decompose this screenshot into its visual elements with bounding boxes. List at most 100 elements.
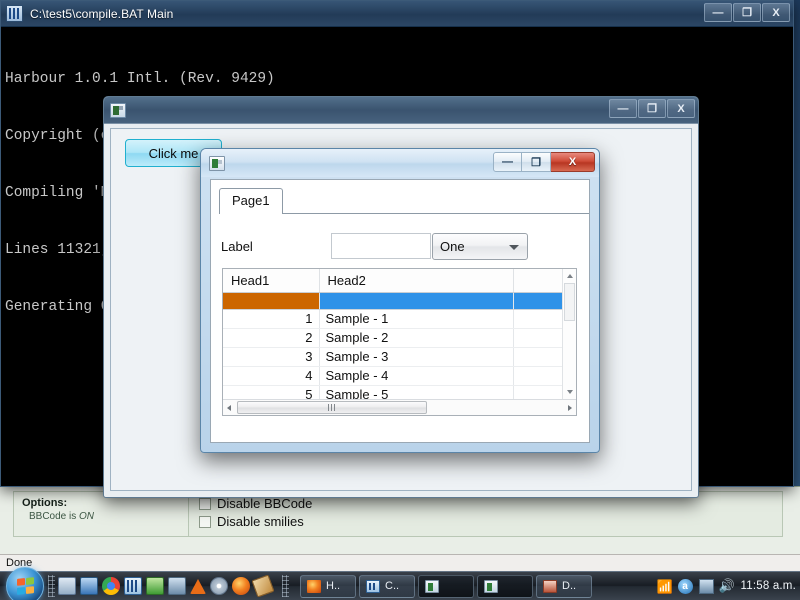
taskbar-item-label: H.. [326,580,341,592]
console-icon [366,579,380,593]
system-tray[interactable]: 📶 a 🔊 11:58 a.m. [657,578,797,594]
taskbar-tasks[interactable]: H.. C.. D.. [300,574,592,598]
app-icon [484,579,498,593]
chrome-icon[interactable] [102,577,120,595]
table-row[interactable]: 3 Sample - 3 [223,347,576,367]
avira-icon[interactable]: a [677,578,693,594]
dialog-window-controls[interactable]: — ❐ X [493,152,595,172]
network-icon[interactable] [698,578,714,594]
text-input[interactable] [331,233,431,259]
start-button[interactable] [6,567,44,600]
maximize-button[interactable]: ❐ [733,3,761,22]
application-window-controls[interactable]: — ❐ X [609,99,695,118]
close-button[interactable]: X [667,99,695,118]
doc-icon [543,579,557,593]
taskbar-item-app-2[interactable] [477,574,533,598]
column-header-head1[interactable]: Head1 [223,269,320,293]
forum-checkbox-cell: Disable BBCode Disable smilies [189,492,782,536]
table-row-selected[interactable] [223,292,576,310]
show-desktop-icon[interactable] [58,577,76,595]
cell-head2[interactable]: Sample - 1 [319,309,514,329]
chevron-down-icon[interactable] [509,244,519,250]
field-label: Label [221,238,253,254]
harbour-icon[interactable] [124,577,142,595]
mail-icon[interactable] [168,577,186,595]
table-row[interactable]: 1 Sample - 1 [223,309,576,329]
application-title-bar[interactable]: — ❐ X [104,97,698,124]
checkbox-disable-bbcode[interactable]: Disable BBCode [199,496,782,511]
cell-head1[interactable]: 4 [223,366,320,386]
taskbar-item-app-1[interactable] [418,574,474,598]
table-row[interactable]: 4 Sample - 4 [223,366,576,386]
cell-head1[interactable]: 2 [223,328,320,348]
quick-launch-bar[interactable] [58,574,275,598]
dialog-client-area: Page1 Label One Head1 Head2 1 Sample - 1… [210,179,590,443]
maximize-button[interactable]: ❐ [522,152,551,172]
data-grid-table: Head1 Head2 1 Sample - 1 2 Sample - 2 3 … [223,269,576,405]
checkbox-label: Disable BBCode [217,496,313,511]
scroll-grip-icon [327,404,337,411]
forum-options-cell: Options: BBCode is ON [14,492,189,536]
dialog-window[interactable]: — ❐ X Page1 Label One Head1 Head2 1 Samp… [200,148,600,453]
taskbar[interactable]: H.. C.. D.. 📶 a 🔊 11:58 a.m. [0,567,800,600]
minimize-button[interactable]: — [493,152,522,172]
console-title-bar[interactable]: C:\test5\compile.BAT Main — ❐ X [1,1,793,27]
checkbox-box-icon[interactable] [199,515,211,528]
scroll-up-icon[interactable] [567,274,573,278]
data-grid[interactable]: Head1 Head2 1 Sample - 1 2 Sample - 2 3 … [222,268,577,416]
minimize-button[interactable]: — [609,99,637,118]
console-window-controls[interactable]: — ❐ X [704,3,790,22]
taskbar-item-document[interactable]: D.. [536,574,592,598]
grid-horizontal-scrollbar[interactable] [223,399,576,415]
close-button[interactable]: X [762,3,790,22]
cell-head1[interactable]: 1 [223,309,320,329]
disc-icon[interactable] [210,577,228,595]
taskbar-clock[interactable]: 11:58 a.m. [741,580,797,592]
browser-status-bar: Done [0,554,800,571]
console-app-icon [6,5,23,22]
checkbox-label: Disable smilies [217,514,304,529]
form-row-label: Label One [221,232,579,260]
vertical-scroll-thumb[interactable] [564,283,575,321]
app-icon [425,579,439,593]
tab-page1[interactable]: Page1 [219,188,283,214]
wifi-icon[interactable]: 📶 [657,579,673,594]
maximize-button[interactable]: ❐ [638,99,666,118]
cell-head1[interactable]: 3 [223,347,320,367]
cell-head2[interactable]: Sample - 4 [319,366,514,386]
tab-strip: Page1 [219,188,589,214]
grid-vertical-scrollbar[interactable] [562,269,576,399]
cell-head2[interactable] [319,292,514,310]
scroll-down-icon[interactable] [567,390,573,394]
cell-head2[interactable]: Sample - 2 [319,328,514,348]
taskbar-item-firefox[interactable]: H.. [300,574,356,598]
horizontal-scroll-thumb[interactable] [237,401,427,414]
options-title: Options: [22,497,68,509]
minimize-button[interactable]: — [704,3,732,22]
combo-box[interactable]: One [432,232,528,260]
close-button[interactable]: X [551,152,595,172]
app-window-icon [110,102,126,118]
cell-head2[interactable]: Sample - 3 [319,347,514,367]
scroll-right-icon[interactable] [568,405,572,411]
app-green-icon[interactable] [146,577,164,595]
cell-head1[interactable] [223,292,320,310]
volume-icon[interactable]: 🔊 [719,578,735,594]
checkbox-box-icon[interactable] [199,497,211,510]
taskbar-item-console[interactable]: C.. [359,574,415,598]
firefox-icon[interactable] [232,577,250,595]
dialog-title-bar[interactable]: — ❐ X [201,149,599,177]
checkbox-disable-smilies[interactable]: Disable smilies [199,514,782,529]
scroll-left-icon[interactable] [227,405,231,411]
screen-root: Options: BBCode is ON Disable BBCode Dis… [0,0,800,600]
firefox-icon [307,579,321,593]
switch-window-icon[interactable] [80,577,98,595]
bbcode-status: BBCode is ON [22,511,180,522]
bbcode-status-prefix: BBCode is [29,511,80,522]
table-row[interactable]: 2 Sample - 2 [223,328,576,348]
combo-selected-value: One [440,238,465,254]
tool-icon[interactable] [251,574,275,598]
column-header-head2[interactable]: Head2 [319,269,514,293]
vlc-icon[interactable] [190,578,206,594]
windows-logo-icon [16,577,34,595]
